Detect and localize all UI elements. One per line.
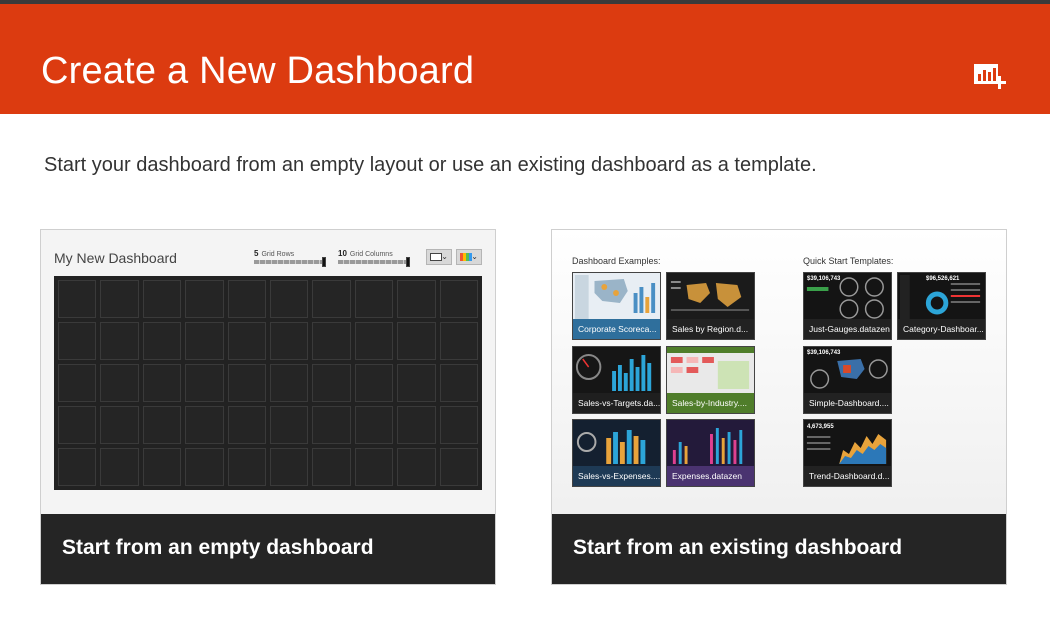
template-stat: $39,106,743 (807, 276, 841, 282)
page-subtitle: Start your dashboard from an empty layou… (44, 154, 817, 176)
example-thumbnail[interactable]: Expenses.datazen (666, 419, 755, 487)
grid-cell (227, 322, 266, 360)
grid-cell (227, 364, 266, 402)
layout-picker-icon: ⌄ (426, 249, 452, 265)
grid-cell (185, 280, 224, 318)
grid-cell (142, 448, 182, 486)
empty-dashboard-card[interactable]: My New Dashboard 5 Grid Rows 10 Grid Colum… (40, 229, 496, 585)
grid-cell (100, 280, 139, 318)
grid-cell (439, 448, 478, 486)
grid-cell (439, 406, 478, 444)
grid-rows-value: 5 (254, 249, 259, 258)
grid-cell (354, 406, 394, 444)
template-label: Just-Gauges.datazen (804, 319, 891, 339)
template-stat: $96,526,621 (926, 276, 960, 282)
example-thumbnail[interactable]: Sales by Region.d... (666, 272, 755, 340)
template-stat: $39,106,743 (807, 350, 841, 356)
grid-cell (312, 448, 351, 486)
preview-dashboard-title: My New Dashboard (54, 250, 177, 266)
grid-cell (58, 322, 97, 360)
template-label: Category-Dashboar... (898, 319, 985, 339)
existing-dashboard-card[interactable]: Dashboard Examples: Quick Start Template… (551, 229, 1007, 585)
grid-cell (270, 448, 309, 486)
grid-cell (439, 322, 478, 360)
grid-cell (227, 448, 266, 486)
grid-cell (397, 280, 436, 318)
grid-cell (270, 406, 309, 444)
theme-picker-icon: ⌄ (456, 249, 482, 265)
grid-cell (58, 406, 97, 444)
grid-cell (100, 448, 139, 486)
example-label: Sales-vs-Expenses.... (573, 466, 660, 486)
grid-cell (185, 322, 224, 360)
templates-section-label: Quick Start Templates: (803, 256, 894, 266)
template-thumbnail[interactable]: $39,106,743 Simple-Dashboard.... (803, 346, 892, 414)
grid-columns-label: Grid Columns (349, 251, 393, 258)
grid-rows-label: Grid Rows (261, 251, 295, 258)
grid-cell (227, 280, 266, 318)
grid-cell (354, 448, 394, 486)
grid-columns-value: 10 (338, 249, 347, 258)
example-label: Expenses.datazen (667, 466, 754, 486)
add-chart-icon[interactable] (973, 60, 1007, 90)
grid-cell (312, 406, 351, 444)
grid-cell (354, 280, 394, 318)
example-label: Sales by Region.d... (667, 319, 754, 339)
grid-cell (142, 364, 182, 402)
example-thumbnail[interactable]: Corporate Scoreca... (572, 272, 661, 340)
empty-grid-preview (54, 276, 482, 490)
grid-cell (397, 406, 436, 444)
grid-cell (227, 406, 266, 444)
grid-cell (100, 406, 139, 444)
grid-cell (58, 364, 97, 402)
grid-cell (58, 448, 97, 486)
template-thumbnail[interactable]: $39,106,743 Just-Gauges.datazen (803, 272, 892, 340)
grid-cell (397, 322, 436, 360)
page-header: Create a New Dashboard (0, 4, 1050, 114)
grid-cell (439, 280, 478, 318)
grid-cell (270, 364, 309, 402)
grid-cell (354, 364, 394, 402)
empty-card-footer: Start from an empty dashboard (41, 514, 495, 584)
example-label: Corporate Scoreca... (573, 319, 660, 339)
template-label: Simple-Dashboard.... (804, 393, 891, 413)
template-stat: 4,673,955 (807, 424, 834, 430)
empty-card-label: Start from an empty dashboard (62, 536, 374, 559)
example-thumbnail[interactable]: Sales-vs-Targets.da... (572, 346, 661, 414)
examples-section-label: Dashboard Examples: (572, 256, 661, 266)
template-thumbnail[interactable]: 4,673,955 Trend-Dashboard.d... (803, 419, 892, 487)
grid-cell (270, 322, 309, 360)
grid-cell (185, 406, 224, 444)
grid-cell (439, 364, 478, 402)
grid-cell (312, 364, 351, 402)
grid-cell (142, 280, 182, 318)
grid-cell (397, 448, 436, 486)
grid-cell (100, 364, 139, 402)
grid-cell (100, 322, 139, 360)
grid-cell (142, 322, 182, 360)
example-thumbnail[interactable]: Sales-vs-Expenses.... (572, 419, 661, 487)
template-thumbnail[interactable]: $96,526,621 Category-Dashboar... (897, 272, 986, 340)
grid-cell (312, 280, 351, 318)
grid-cell (185, 364, 224, 402)
grid-cell (354, 322, 394, 360)
grid-cell (312, 322, 351, 360)
grid-cell (185, 448, 224, 486)
example-thumbnail[interactable]: Sales-by-Industry.... (666, 346, 755, 414)
example-label: Sales-by-Industry.... (667, 393, 754, 413)
example-label: Sales-vs-Targets.da... (573, 393, 660, 413)
grid-cell (397, 364, 436, 402)
existing-card-label: Start from an existing dashboard (573, 536, 903, 559)
grid-cell (58, 280, 97, 318)
page-title: Create a New Dashboard (41, 50, 475, 92)
grid-cell (270, 280, 309, 318)
existing-card-footer: Start from an existing dashboard (552, 514, 1006, 584)
template-label: Trend-Dashboard.d... (804, 466, 891, 486)
grid-cell (142, 406, 182, 444)
